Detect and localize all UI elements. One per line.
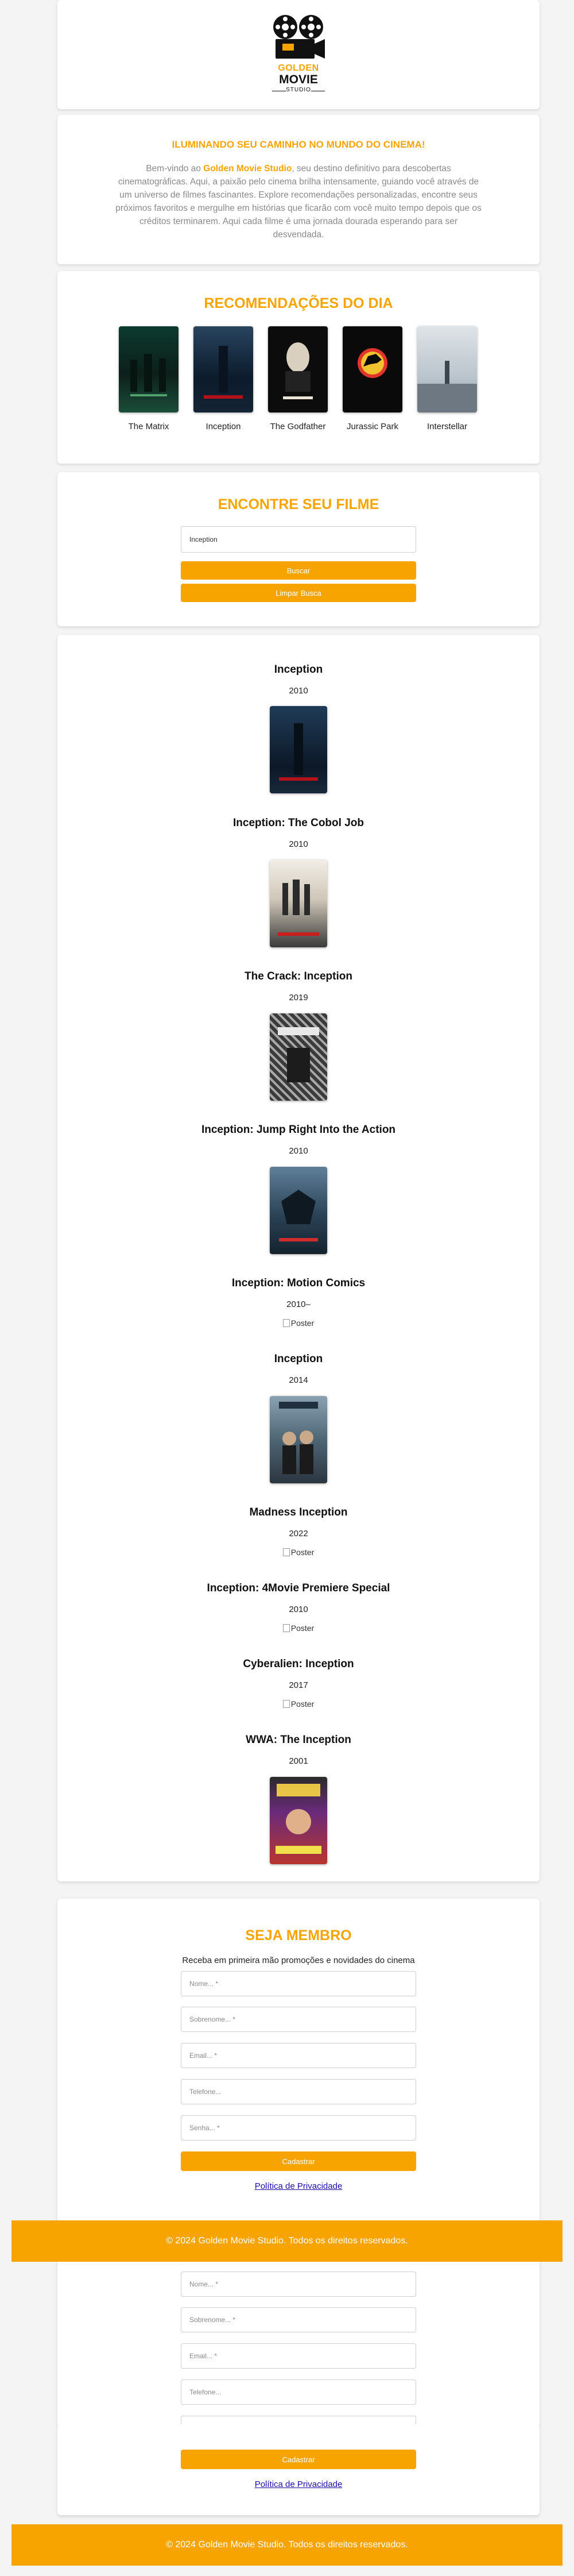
result-poster — [270, 1777, 327, 1864]
membership-subtitle: Receba em primeira mão promoções e novid… — [182, 1956, 415, 1965]
intro-text-start: Bem-vindo ao — [146, 164, 204, 173]
recommendation-label: Inception — [205, 422, 241, 431]
recommendation-label: The Matrix — [128, 422, 169, 431]
result-poster — [270, 860, 327, 947]
result-title: Inception — [274, 664, 323, 676]
recommendations-card: RECOMENDAÇÕES DO DIA The Matrix Inceptio… — [57, 271, 540, 464]
result-title: Inception — [274, 1353, 323, 1365]
recommendation-item[interactable]: The Godfather — [267, 326, 328, 431]
password-field[interactable] — [181, 2115, 416, 2141]
result-title: WWA: The Inception — [246, 1734, 351, 1746]
result-year: 2019 — [289, 993, 308, 1002]
search-title: ENCONTRE SEU FILME — [218, 496, 379, 512]
membership-card-continuation: Cadastrar Política de Privacidade — [57, 2424, 540, 2515]
result-title: Inception: Motion Comics — [231, 1277, 366, 1289]
broken-poster-image: Poster — [57, 1318, 540, 1328]
broken-poster-image: Poster — [57, 1548, 540, 1557]
poster-alt-text: Poster — [290, 1548, 315, 1557]
surname-field[interactable] — [181, 2007, 416, 2032]
intro-text-end: , seu destino definitivo para descoberta… — [115, 164, 482, 240]
poster-jurassic-park — [343, 326, 402, 412]
privacy-policy-link[interactable]: Política de Privacidade — [57, 2181, 540, 2191]
footer-text: © 2024 Golden Movie Studio. Todos os dir… — [166, 2236, 408, 2246]
recommendation-item[interactable]: The Matrix — [118, 326, 179, 431]
poster-the-godfather — [268, 326, 328, 412]
result-year: 2010– — [286, 1299, 311, 1309]
search-input[interactable] — [181, 526, 416, 553]
result-poster — [270, 1013, 327, 1101]
broken-poster-image: Poster — [57, 1624, 540, 1633]
poster-interstellar — [417, 326, 477, 412]
poster-inception — [193, 326, 253, 412]
result-poster — [270, 1396, 327, 1483]
result-title: Cyberalien: Inception — [243, 1658, 354, 1670]
result-year: 2001 — [289, 1756, 308, 1766]
broken-image-icon — [282, 1700, 290, 1708]
email-field[interactable] — [181, 2343, 416, 2369]
broken-poster-image: Poster — [57, 1699, 540, 1709]
result-year: 2010 — [289, 686, 308, 696]
result-year: 2010 — [289, 1605, 308, 1614]
name-field[interactable] — [181, 1971, 416, 1996]
register-button[interactable]: Cadastrar — [181, 2450, 416, 2469]
brand-logo[interactable]: GOLDEN MOVIE STUDIO — [270, 14, 327, 100]
broken-image-icon — [282, 1548, 290, 1556]
intro-heading: ILUMINANDO SEU CAMINHO NO MUNDO DO CINEM… — [172, 139, 425, 150]
clear-search-button[interactable]: Limpar Busca — [181, 584, 416, 602]
logo-card: GOLDEN MOVIE STUDIO — [57, 0, 540, 109]
name-field[interactable] — [181, 2272, 416, 2297]
poster-the-matrix — [119, 326, 179, 412]
poster-alt-text: Poster — [290, 1318, 315, 1328]
phone-field[interactable] — [181, 2079, 416, 2104]
result-year: 2014 — [289, 1375, 308, 1385]
register-button[interactable]: Cadastrar — [181, 2151, 416, 2171]
recommendations-title: RECOMENDAÇÕES DO DIA — [204, 295, 393, 311]
recommendation-label: The Godfather — [270, 422, 326, 431]
brand-name-studio: STUDIO — [286, 87, 311, 93]
brand-name-golden: GOLDEN — [278, 63, 319, 73]
poster-alt-text: Poster — [290, 1624, 315, 1633]
result-title: The Crack: Inception — [245, 970, 352, 982]
privacy-policy-link[interactable]: Política de Privacidade — [57, 2479, 540, 2489]
poster-alt-text: Poster — [290, 1699, 315, 1709]
footer: © 2024 Golden Movie Studio. Todos os dir… — [11, 2524, 563, 2566]
footer: © 2024 Golden Movie Studio. Todos os dir… — [11, 2220, 563, 2262]
membership-card: SEJA MEMBRO Receba em primeira mão promo… — [57, 1899, 540, 2441]
result-title: Inception: 4Movie Premiere Special — [207, 1582, 390, 1594]
result-poster — [270, 706, 327, 793]
recommendation-label: Interstellar — [426, 422, 468, 431]
intro-text: Bem-vindo ao Golden Movie Studio, seu de… — [115, 162, 482, 241]
result-title: Madness Inception — [249, 1506, 348, 1518]
film-camera-icon — [273, 15, 325, 59]
search-button[interactable]: Buscar — [181, 561, 416, 580]
result-poster — [270, 1167, 327, 1254]
result-year: 2022 — [289, 1529, 308, 1538]
membership-title: SEJA MEMBRO — [245, 1927, 352, 1943]
recommendation-item[interactable]: Interstellar — [417, 326, 478, 431]
results-card: Inception 2010 Inception: The Cobol Job … — [57, 635, 540, 1881]
result-year: 2010 — [289, 839, 308, 849]
recommendation-item[interactable]: Inception — [193, 326, 254, 431]
footer-text: © 2024 Golden Movie Studio. Todos os dir… — [166, 2540, 408, 2550]
result-year: 2010 — [289, 1146, 308, 1156]
broken-image-icon — [282, 1624, 290, 1632]
recommendation-item[interactable]: Jurassic Park — [342, 326, 403, 431]
search-card: ENCONTRE SEU FILME Buscar Limpar Busca — [57, 472, 540, 626]
result-title: Inception: Jump Right Into the Action — [201, 1124, 396, 1136]
surname-field[interactable] — [181, 2307, 416, 2332]
intro-brand-name: Golden Movie Studio — [203, 164, 292, 173]
result-title: Inception: The Cobol Job — [233, 817, 364, 829]
recommendation-label: Jurassic Park — [346, 422, 399, 431]
result-year: 2017 — [289, 1680, 308, 1690]
phone-field[interactable] — [181, 2380, 416, 2405]
brand-name-movie: MOVIE — [279, 73, 318, 86]
email-field[interactable] — [181, 2043, 416, 2068]
broken-image-icon — [282, 1319, 290, 1327]
intro-card: ILUMINANDO SEU CAMINHO NO MUNDO DO CINEM… — [57, 115, 540, 264]
